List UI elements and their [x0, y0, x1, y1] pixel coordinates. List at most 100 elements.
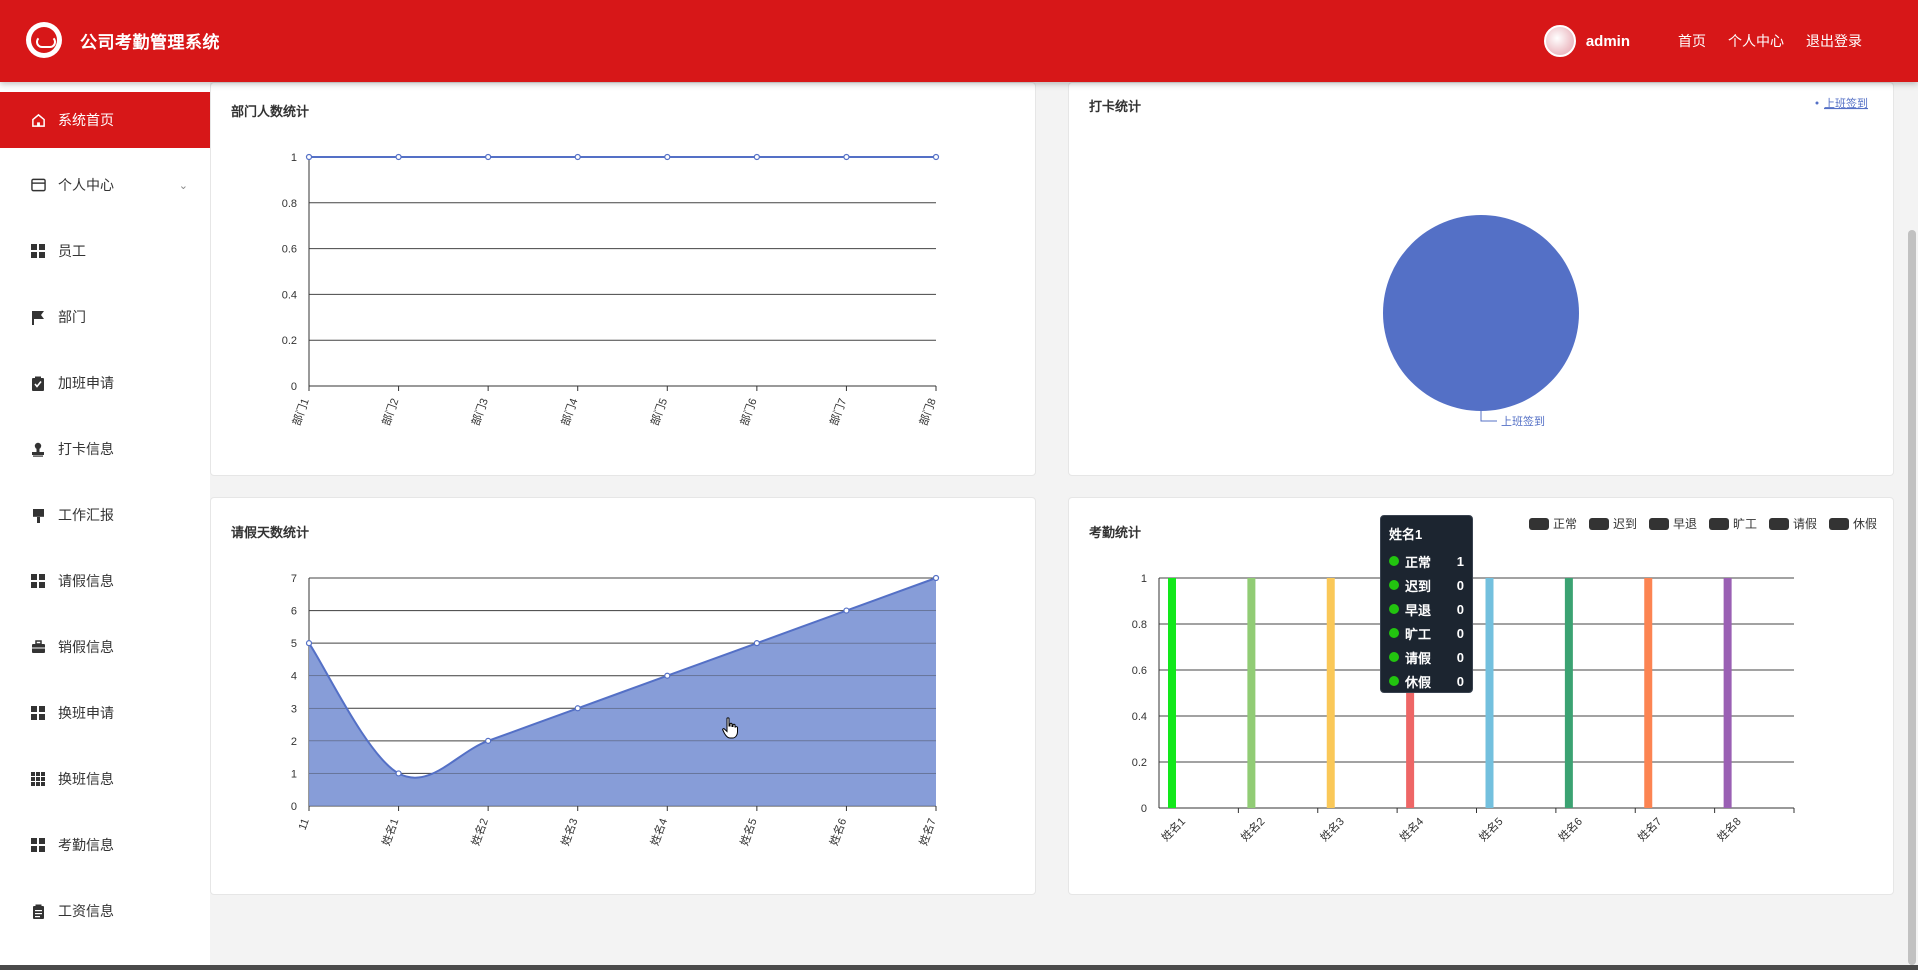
user-name: admin — [1585, 32, 1630, 50]
legend-marker — [1649, 518, 1669, 530]
tooltip-label: 休假 — [1405, 674, 1432, 690]
sidebar-item-overtime-apply[interactable]: 加班申请 — [0, 355, 210, 411]
data-point — [574, 705, 581, 712]
x-tick-label: 部门7 — [826, 396, 849, 427]
nav-logout-link[interactable]: 退出登录 — [1806, 31, 1862, 51]
x-tick-label: 姓名2 — [1238, 814, 1268, 844]
dot-icon — [1389, 628, 1399, 638]
wallet-icon — [30, 177, 46, 193]
x-tick-label: 姓名1 — [1158, 814, 1188, 844]
sidebar-item-shift-info[interactable]: 换班信息 — [0, 751, 210, 807]
x-tick-label: 姓名6 — [1555, 814, 1585, 844]
sidebar-item-profile[interactable]: 个人中心 ⌄ — [0, 157, 210, 213]
y-tick-label: 6 — [291, 606, 297, 618]
leave-days-chart: 0 1 2 3 4 5 6 7 11 姓名1 姓名2 姓名3 姓名4 姓名5 姓名6 姓名7 — [291, 573, 940, 847]
tooltip-value: 0 — [1456, 649, 1464, 665]
data-point — [753, 640, 760, 647]
y-tick-label: 0.6 — [282, 244, 297, 256]
x-tick-label: 姓名8 — [1714, 814, 1744, 844]
x-tick-label: 部门2 — [379, 396, 402, 427]
legend-item: 正常 — [1553, 517, 1577, 531]
scrollbar-thumb[interactable] — [1908, 230, 1916, 965]
chevron-down-icon[interactable]: ⌄ — [179, 179, 188, 192]
x-tick-label: 部门4 — [558, 396, 581, 427]
legend-item: 休假 — [1853, 517, 1877, 531]
legend-item: 早退 — [1673, 517, 1697, 531]
data-point — [574, 153, 581, 161]
tooltip-row: 旷工 0 — [1389, 621, 1464, 645]
bar — [1644, 578, 1653, 808]
sidebar-item-label: 销假信息 — [58, 639, 114, 655]
y-tick-label: 0 — [291, 381, 297, 393]
tooltip-label: 早退 — [1405, 602, 1432, 618]
x-tick-label: 姓名3 — [1317, 814, 1347, 844]
sidebar-item-shift-apply[interactable]: 换班申请 — [0, 685, 210, 741]
y-tick-label: 0.8 — [282, 198, 297, 210]
tooltip-title: 姓名1 — [1389, 527, 1423, 542]
tooltip-label: 迟到 — [1405, 578, 1432, 594]
sidebar-item-department[interactable]: 部门 — [0, 289, 210, 345]
data-point — [395, 770, 402, 777]
legend-marker — [1529, 518, 1549, 530]
dot-icon — [1389, 604, 1399, 614]
y-tick-label: 4 — [291, 671, 297, 683]
sidebar-item-label: 部门 — [58, 309, 86, 325]
page-scrollbar[interactable] — [1906, 82, 1918, 970]
sidebar-item-label: 系统首页 — [58, 112, 114, 128]
sidebar-item-employee[interactable]: 员工 — [0, 223, 210, 279]
flag-icon — [30, 309, 46, 325]
y-tick-label: 1 — [291, 768, 297, 780]
sidebar-item-label: 打卡信息 — [58, 441, 114, 457]
data-point — [664, 672, 671, 679]
sidebar-item-label: 工资信息 — [58, 903, 114, 919]
sidebar-item-cancel-leave-info[interactable]: 销假信息 — [0, 619, 210, 675]
sidebar-item-label: 请假信息 — [58, 573, 114, 589]
x-tick-label: 姓名3 — [558, 816, 581, 847]
sidebar-item-leave-info[interactable]: 请假信息 — [0, 553, 210, 609]
data-point — [932, 574, 940, 582]
y-tick-label: 0.8 — [1132, 619, 1147, 631]
x-tick-label: 姓名4 — [1396, 814, 1426, 844]
sidebar-item-label: 换班信息 — [58, 771, 114, 787]
sidebar-item-work-report[interactable]: 工作汇报 — [0, 487, 210, 543]
sidebar-item-attendance-info[interactable]: 考勤信息 — [0, 817, 210, 873]
tooltip-row: 正常 1 — [1389, 549, 1464, 573]
clipboard-icon — [30, 903, 46, 919]
legend-item: 请假 — [1793, 517, 1817, 531]
briefcase-icon — [30, 639, 46, 655]
avatar[interactable] — [1543, 25, 1576, 57]
bar — [1723, 578, 1732, 808]
chart-tooltip: 姓名1 正常 1 迟到 0 早退 0 旷工 0 请假 0 休假 0 — [1380, 515, 1473, 693]
x-tick-label: 姓名5 — [737, 816, 760, 847]
sidebar-item-label: 工作汇报 — [58, 507, 114, 523]
sidebar-item-checkin-info[interactable]: 打卡信息 — [0, 421, 210, 477]
checkin-pie-chart: 上班签到上班签到 — [1383, 96, 1868, 428]
grid-icon — [30, 837, 46, 853]
nav-profile-link[interactable]: 个人中心 — [1728, 31, 1784, 51]
data-point — [664, 153, 671, 161]
tooltip-value: 0 — [1456, 577, 1464, 593]
x-tick-label: 姓名7 — [1635, 814, 1665, 844]
sidebar-item-label: 换班申请 — [58, 705, 114, 721]
y-tick-label: 0.6 — [1132, 665, 1147, 677]
sidebar-item-home[interactable]: 系统首页 — [0, 92, 210, 148]
legend-marker — [1815, 101, 1819, 105]
dot-icon — [1389, 556, 1399, 566]
tooltip-row: 休假 0 — [1389, 669, 1464, 693]
x-tick-label: 部门3 — [468, 396, 491, 427]
nav-home-link[interactable]: 首页 — [1678, 31, 1706, 51]
brush-icon — [30, 507, 46, 523]
tooltip-label: 旷工 — [1405, 626, 1432, 642]
y-tick-label: 1 — [1141, 573, 1147, 585]
y-tick-label: 0.4 — [1132, 711, 1147, 723]
dot-icon — [1389, 652, 1399, 662]
data-point — [485, 153, 492, 161]
y-tick-label: 0 — [1141, 803, 1147, 815]
data-point — [485, 737, 492, 744]
tooltip-value: 1 — [1456, 553, 1464, 569]
sidebar-item-salary-info[interactable]: 工资信息 — [0, 883, 210, 939]
tooltip-value: 0 — [1456, 673, 1464, 689]
sidebar-item-label: 员工 — [58, 243, 86, 259]
x-tick-label: 姓名4 — [647, 816, 670, 847]
dept-count-panel: 0 0.2 0.4 0.6 0.8 1 部门1 部门2 部门3 部门4 部门5 部门6 部门7 部门8 部… — [210, 82, 1036, 476]
